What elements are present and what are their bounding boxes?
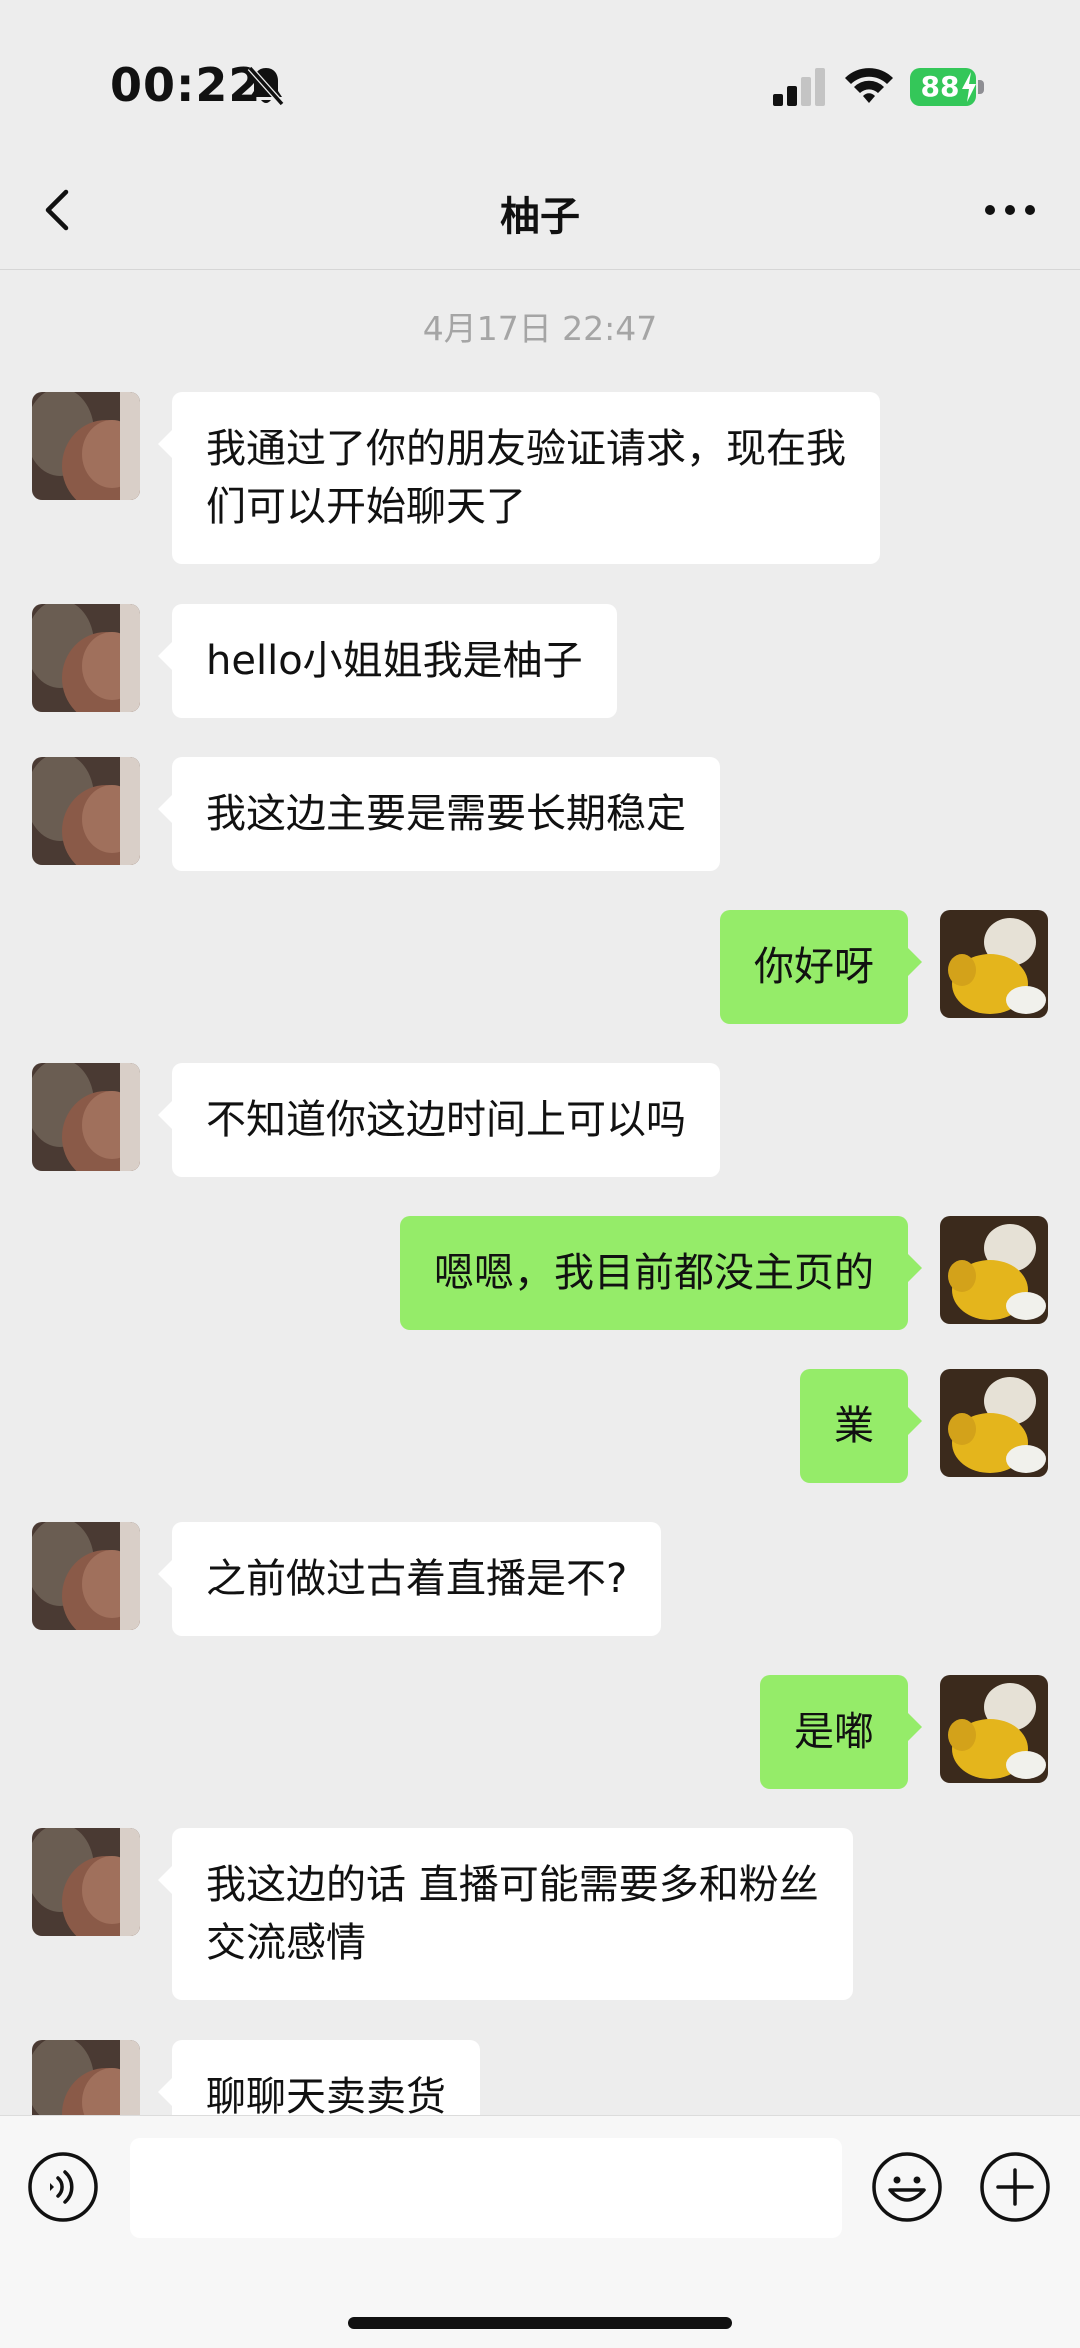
user-avatar[interactable] <box>940 1369 1048 1477</box>
contact-avatar[interactable] <box>32 1828 140 1936</box>
message-bubble[interactable]: 之前做过古着直播是不? <box>157 1522 662 1636</box>
message-bubble[interactable]: 是嘟 <box>760 1675 922 1789</box>
status-bar: 00:22 88 <box>0 0 1080 150</box>
message-bubble[interactable]: 業 <box>800 1369 922 1483</box>
message-bubble[interactable]: 嗯嗯，我目前都没主页的 <box>400 1216 922 1330</box>
more-options-icon[interactable] <box>975 180 1045 240</box>
user-avatar[interactable] <box>940 910 1048 1018</box>
input-bar <box>0 2115 1080 2348</box>
plus-icon[interactable] <box>978 2150 1052 2224</box>
message-bubble[interactable]: 我通过了你的朋友验证请求，现在我 们可以开始聊天了 <box>158 392 880 564</box>
contact-avatar[interactable] <box>32 2040 140 2115</box>
message-list[interactable]: 4月17日 22:47 我通过了你的朋友验证请求，现在我 们可以开始聊天了 he… <box>0 270 1080 2115</box>
contact-avatar[interactable] <box>32 1063 140 1171</box>
status-time: 00:22 <box>110 58 262 112</box>
message-bubble[interactable]: 我这边的话 直播可能需要多和粉丝 交流感情 <box>158 1828 853 2000</box>
battery-charging-icon: 88 <box>910 68 984 106</box>
contact-avatar[interactable] <box>32 757 140 865</box>
message-bubble[interactable]: 不知道你这边时间上可以吗 <box>158 1063 720 1177</box>
voice-icon[interactable] <box>26 2150 100 2224</box>
chat-title: 柚子 <box>500 194 580 240</box>
nav-bar: 柚子 <box>0 150 1080 270</box>
battery-level: 88 <box>920 70 960 103</box>
contact-avatar[interactable] <box>32 1522 140 1630</box>
message-bubble[interactable]: 你好呀 <box>720 910 922 1024</box>
message-bubble[interactable]: hello小姐姐我是柚子 <box>158 604 617 718</box>
wifi-icon <box>845 68 893 103</box>
user-avatar[interactable] <box>940 1675 1048 1783</box>
bolt-icon <box>962 72 976 102</box>
message-timestamp: 4月17日 22:47 <box>422 309 658 348</box>
cellular-signal-icon <box>773 68 825 106</box>
contact-avatar[interactable] <box>32 604 140 712</box>
emoji-icon[interactable] <box>870 2150 944 2224</box>
user-avatar[interactable] <box>940 1216 1048 1324</box>
contact-avatar[interactable] <box>32 392 140 500</box>
message-bubble[interactable]: 我这边主要是需要长期稳定 <box>158 757 720 871</box>
chat-screen: 00:22 88 柚子 4月17日 22:47 我通过了你的朋友验证请求，现在我… <box>0 0 1080 2348</box>
message-bubble[interactable]: 聊聊天卖卖货 <box>158 2040 480 2115</box>
home-indicator[interactable] <box>348 2317 732 2329</box>
message-input[interactable] <box>130 2138 842 2238</box>
bell-slash-icon <box>247 66 285 106</box>
